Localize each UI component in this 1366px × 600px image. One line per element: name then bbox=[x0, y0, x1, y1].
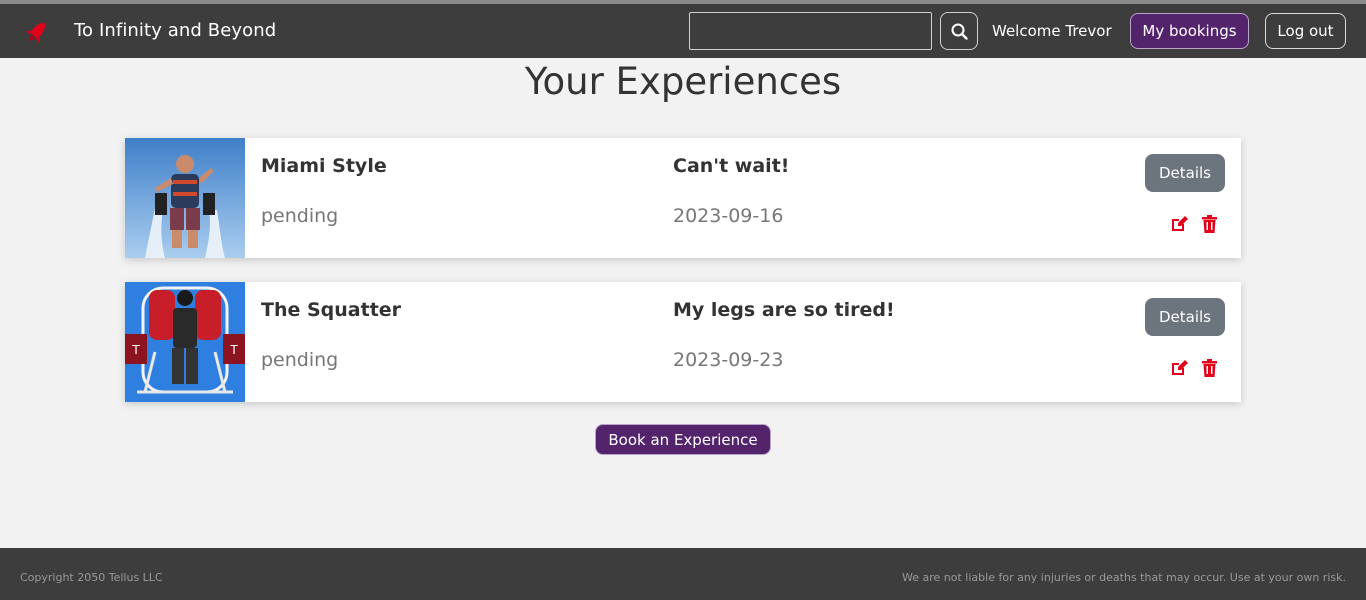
experience-image bbox=[125, 138, 245, 258]
magnifier-icon bbox=[951, 23, 968, 40]
experience-date: 2023-09-16 bbox=[673, 205, 784, 227]
search-input[interactable] bbox=[689, 12, 932, 50]
experience-card: Miami Style pending Can't wait! 2023-09-… bbox=[125, 138, 1241, 258]
experience-name: Miami Style bbox=[261, 155, 387, 177]
details-button[interactable]: Details bbox=[1145, 154, 1225, 192]
experience-status: pending bbox=[261, 205, 339, 227]
experience-card: T T The Squatter pending My legs are so … bbox=[125, 282, 1241, 402]
welcome-text: Welcome Trevor bbox=[992, 22, 1112, 40]
footer: Copyright 2050 Tellus LLC We are not lia… bbox=[0, 548, 1366, 600]
svg-text:T: T bbox=[229, 343, 238, 357]
my-bookings-button[interactable]: My bookings bbox=[1130, 13, 1249, 49]
trash-icon[interactable] bbox=[1202, 215, 1217, 233]
search-button[interactable] bbox=[940, 12, 978, 50]
trash-icon[interactable] bbox=[1202, 359, 1217, 377]
experience-image: T T bbox=[125, 282, 245, 402]
footer-disclaimer: We are not liable for any injuries or de… bbox=[902, 571, 1346, 584]
details-button[interactable]: Details bbox=[1145, 298, 1225, 336]
experience-note: My legs are so tired! bbox=[673, 299, 895, 321]
footer-copyright: Copyright 2050 Tellus LLC bbox=[20, 571, 163, 584]
book-experience-button[interactable]: Book an Experience bbox=[595, 424, 771, 455]
experience-date: 2023-09-23 bbox=[673, 349, 784, 371]
experience-note: Can't wait! bbox=[673, 155, 790, 177]
navbar: To Infinity and Beyond Welcome Trevor My… bbox=[0, 4, 1366, 58]
page-title: Your Experiences bbox=[524, 60, 842, 103]
svg-text:T: T bbox=[131, 343, 140, 357]
logout-button[interactable]: Log out bbox=[1265, 13, 1346, 49]
edit-icon[interactable] bbox=[1170, 215, 1188, 233]
rocket-icon[interactable] bbox=[22, 18, 52, 46]
experience-status: pending bbox=[261, 349, 339, 371]
edit-icon[interactable] bbox=[1170, 359, 1188, 377]
brand-title[interactable]: To Infinity and Beyond bbox=[74, 20, 276, 41]
experience-name: The Squatter bbox=[261, 299, 402, 321]
